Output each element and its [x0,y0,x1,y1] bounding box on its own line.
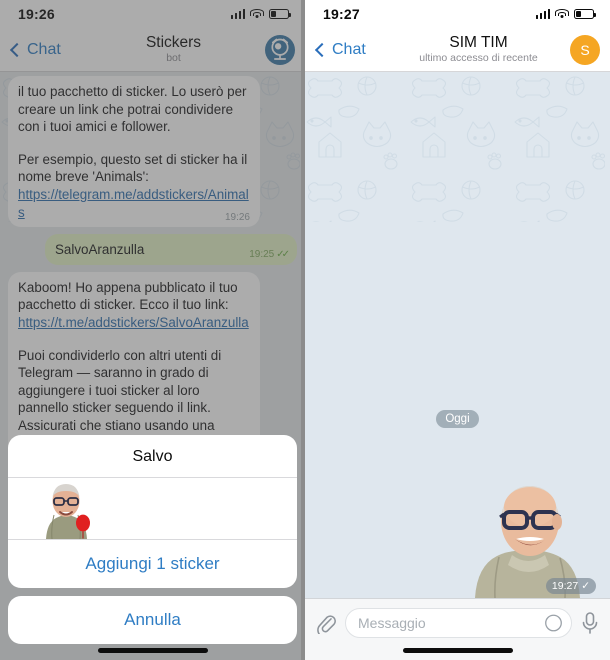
chevron-left-icon [314,42,330,57]
home-indicator [402,648,513,653]
message-timestamp: 19:27 ✓ [545,578,596,594]
home-indicator [97,648,208,653]
action-sheet-title: Salvo [132,448,173,465]
right-chat-area: Oggi 19:27 ✓ [305,72,610,660]
avatar-initial: S [580,41,590,58]
chat-subtitle: ultimo accesso di recente [419,51,538,64]
action-sheet-panel: Salvo Aggiungi 1 sticker [8,435,297,588]
back-label: Chat [332,40,366,58]
chat-background-pattern [305,72,605,222]
sticker-preview-salvo [34,479,96,540]
cancel-button[interactable]: Annulla [8,596,297,644]
sticker-preview-image [46,484,90,540]
right-nav-header: Chat SIM TIM ultimo accesso di recente S [305,28,610,72]
left-phone-panel: 19:26 Chat Stickers bot il tuo pacchetto… [0,0,305,660]
microphone-icon[interactable] [580,611,600,635]
sticker-message[interactable]: 19:27 ✓ [457,477,600,598]
status-bar-time: 19:27 [323,6,360,22]
message-input-field[interactable]: Messaggio [345,607,572,638]
read-receipt-icon: ✓ [581,580,590,592]
back-to-chat-button[interactable]: Chat [313,41,387,59]
contact-avatar[interactable]: S [570,34,600,65]
add-sticker-button[interactable]: Aggiungi 1 sticker [8,539,297,588]
right-header-titles: SIM TIM ultimo accesso di recente [387,34,570,64]
status-bar-icons [535,8,597,20]
message-placeholder: Messaggio [358,614,426,631]
battery-icon [574,9,597,19]
date-separator: Oggi [436,410,479,428]
right-phone-panel: 19:27 Chat SIM TIM ultimo accesso di rec… [305,0,610,660]
right-status-bar: 19:27 [305,0,610,28]
chat-title: SIM TIM [449,34,508,52]
add-sticker-action-sheet: Salvo Aggiungi 1 sticker Annulla [0,435,305,644]
paperclip-icon[interactable] [315,612,337,634]
timestamp-value: 19:27 [551,580,579,592]
signal-bars-icon [535,9,550,19]
wifi-icon [555,8,569,20]
dual-phone-screenshot: 19:26 Chat Stickers bot il tuo pacchetto… [0,0,610,660]
sticker-smiley-icon[interactable] [544,613,563,632]
sticker-preview-row [8,477,297,540]
panel-separator [301,0,305,660]
date-separator-row: Oggi [305,402,610,432]
